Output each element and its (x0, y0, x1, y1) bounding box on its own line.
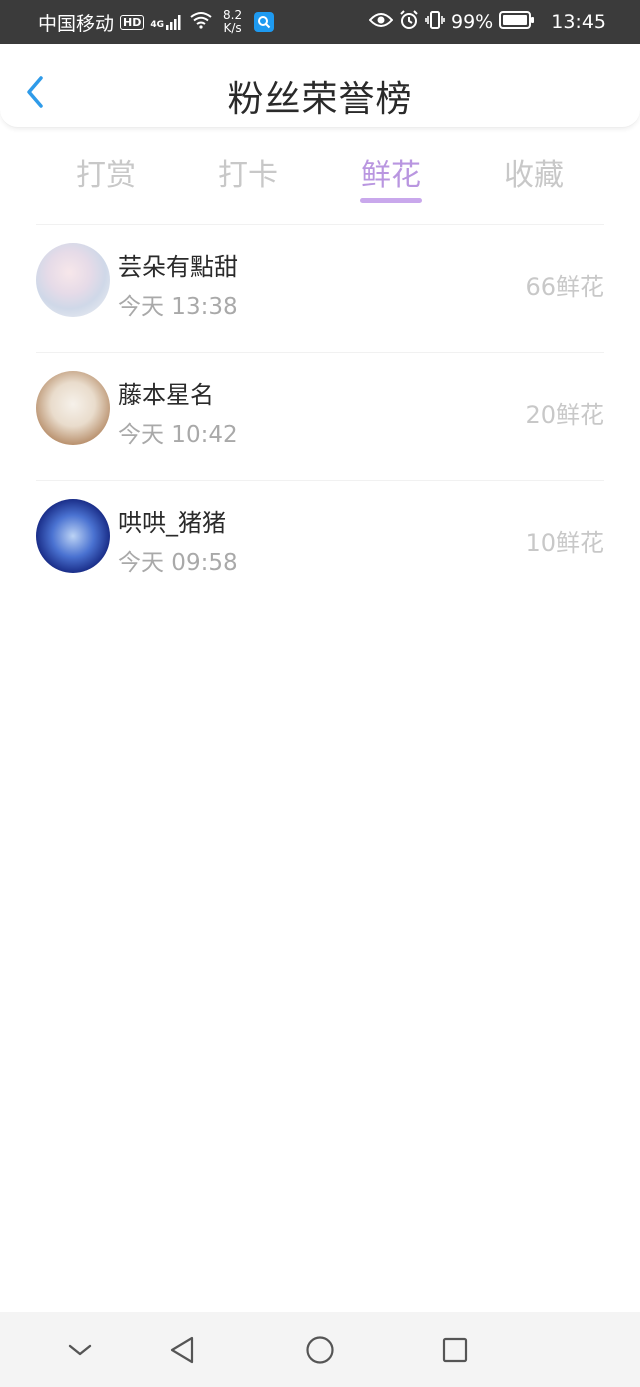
network-speed: 8.2 K/s (223, 9, 242, 35)
vibrate-icon (425, 10, 445, 35)
alarm-icon (399, 9, 419, 35)
clock: 13:45 (551, 11, 606, 33)
back-triangle-icon (170, 1336, 194, 1364)
wifi-icon (189, 11, 213, 34)
network-type-label: 4G (150, 20, 165, 30)
recents-square-icon (442, 1337, 468, 1363)
page-title: 粉丝荣誉榜 (227, 79, 413, 120)
fan-name: 藤本星名 (118, 381, 214, 409)
battery-icon (499, 10, 535, 34)
app-screen: 中国移动 HD 4G 8.2 K/s 99% 13:45 粉丝荣誉榜 打赏 打卡… (0, 0, 640, 1387)
hd-badge: HD (120, 14, 145, 30)
network-speed-value: 8.2 (223, 8, 243, 22)
avatar (36, 499, 110, 573)
nav-back-button[interactable] (162, 1330, 202, 1370)
network-speed-unit: K/s (223, 21, 242, 35)
list-item[interactable]: 哄哄_猪猪 今天 09:58 10鲜花 (36, 481, 604, 608)
fan-name: 哄哄_猪猪 (118, 509, 226, 537)
search-app-icon (254, 12, 275, 32)
fan-name: 芸朵有點甜 (118, 253, 238, 281)
category-tabs: 打赏 打卡 鲜花 收藏 (0, 128, 640, 224)
fan-ranking-list: 芸朵有點甜 今天 13:38 66鲜花 藤本星名 今天 10:42 20鲜花 哄… (36, 224, 604, 608)
tab-checkin[interactable]: 打卡 (198, 150, 298, 194)
battery-percentage: 99% (451, 11, 494, 33)
flower-count: 20鲜花 (525, 401, 604, 429)
active-tab-indicator (360, 198, 422, 203)
hide-nav-button[interactable] (60, 1330, 100, 1370)
tab-favorites[interactable]: 收藏 (484, 150, 584, 194)
nav-recents-button[interactable] (435, 1330, 475, 1370)
status-bar: 中国移动 HD 4G 8.2 K/s 99% 13:45 (0, 0, 640, 44)
gift-time: 今天 10:42 (118, 422, 238, 448)
top-navigation-bar: 粉丝荣誉榜 (0, 44, 640, 128)
list-item[interactable]: 藤本星名 今天 10:42 20鲜花 (36, 353, 604, 480)
avatar (36, 371, 110, 445)
flower-count: 66鲜花 (525, 273, 604, 301)
home-circle-icon (306, 1336, 334, 1364)
gift-time: 今天 13:38 (118, 294, 238, 320)
status-bar-left: 中国移动 HD 4G 8.2 K/s (38, 9, 275, 36)
tab-tip[interactable]: 打赏 (56, 150, 156, 194)
nav-home-button[interactable] (300, 1330, 340, 1370)
tab-flowers[interactable]: 鲜花 (341, 150, 441, 194)
gift-time: 今天 09:58 (118, 550, 238, 576)
flower-count: 10鲜花 (525, 529, 604, 557)
signal-icon: 4G (150, 14, 183, 30)
list-item[interactable]: 芸朵有點甜 今天 13:38 66鲜花 (36, 225, 604, 352)
chevron-down-icon (68, 1344, 92, 1356)
system-navigation-bar (0, 1312, 640, 1387)
carrier-label: 中国移动 (38, 12, 115, 35)
eye-icon (368, 11, 394, 33)
avatar (36, 243, 110, 317)
status-bar-right: 99% 13:45 (368, 9, 606, 35)
